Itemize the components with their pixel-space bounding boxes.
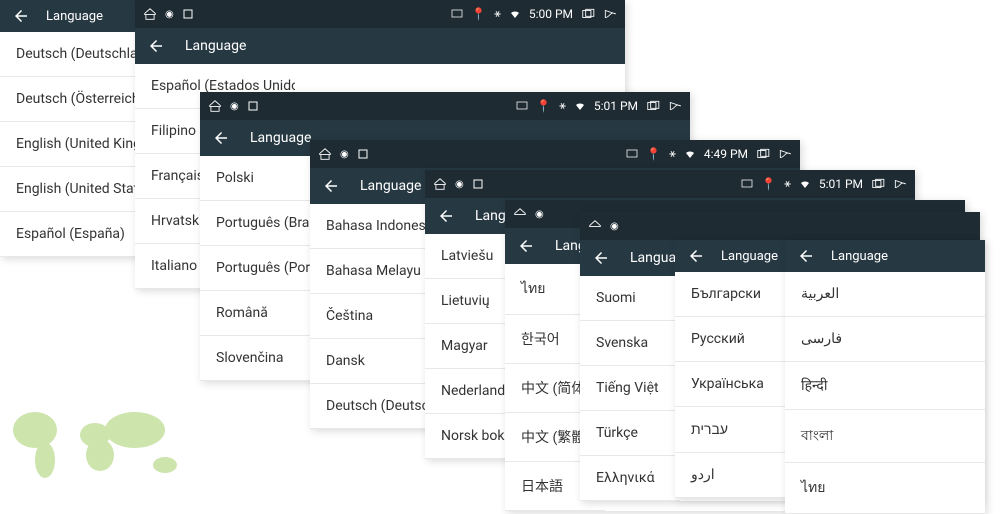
- list-item[interactable]: العربية: [785, 272, 985, 317]
- back-icon[interactable]: [212, 129, 230, 147]
- back-icon[interactable]: [517, 237, 535, 255]
- recents-icon[interactable]: [871, 177, 885, 191]
- header-title: Language: [46, 9, 103, 24]
- location-icon: 📍: [471, 7, 486, 21]
- clock-time: 5:01 PM: [819, 177, 863, 191]
- list-item[interactable]: Suomi: [580, 276, 680, 321]
- list-item[interactable]: हिन्दी: [785, 362, 985, 410]
- list-item[interactable]: ไทย: [785, 463, 985, 514]
- cast-icon: [741, 178, 753, 190]
- language-list: Български Русский Українська עברית اردو: [675, 272, 785, 498]
- header-title: Language: [360, 178, 421, 194]
- list-item[interactable]: עברית: [675, 407, 785, 453]
- list-item[interactable]: Bahasa Melayu: [310, 249, 440, 294]
- home-icon[interactable]: [513, 207, 527, 221]
- list-item[interactable]: فارسی: [785, 317, 985, 362]
- status-dot-icon: ◉: [230, 101, 239, 112]
- header-bar: Language: [135, 28, 625, 64]
- list-item[interactable]: Deutsch (Deutschland): [310, 384, 440, 429]
- back-icon[interactable]: [147, 37, 165, 55]
- language-list: Bahasa Indonesia Bahasa Melayu Čeština D…: [310, 204, 440, 429]
- status-dot-icon: ◉: [535, 209, 544, 220]
- recents-icon[interactable]: [646, 99, 660, 113]
- square-icon: [357, 148, 369, 160]
- recents-icon[interactable]: [581, 7, 595, 21]
- header-title: Language: [831, 249, 888, 264]
- square-icon: [472, 178, 484, 190]
- status-bar: ◉ 📍 ⚹ 5:01 PM: [200, 92, 690, 120]
- wifi-icon: [684, 148, 696, 160]
- cast-icon: [516, 100, 528, 112]
- list-item[interactable]: Čeština: [310, 294, 440, 339]
- cast-icon: [626, 148, 638, 160]
- location-icon: 📍: [761, 177, 776, 191]
- status-dot-icon: ◉: [610, 221, 619, 232]
- list-item[interactable]: Українська: [675, 362, 785, 407]
- status-dot-icon: ◉: [340, 149, 349, 160]
- square-icon: [247, 100, 259, 112]
- header-title: Language: [721, 249, 778, 264]
- list-item[interactable]: Svenska: [580, 321, 680, 366]
- back-icon[interactable]: [322, 177, 340, 195]
- back-icon[interactable]: [592, 249, 610, 267]
- back-icon[interactable]: [12, 7, 30, 25]
- bluetooth-icon: ⚹: [669, 147, 676, 161]
- back-nav-icon[interactable]: [603, 7, 617, 21]
- list-item[interactable]: Türkçe: [580, 411, 680, 456]
- list-item[interactable]: Dansk: [310, 339, 440, 384]
- language-list: Suomi Svenska Tiếng Việt Türkçe Ελληνικά: [580, 276, 680, 501]
- list-item[interactable]: বাংলা: [785, 410, 985, 463]
- back-icon[interactable]: [437, 207, 455, 225]
- panel-8: Language العربية فارسی हिन्दी বাংলা ไทย: [785, 240, 985, 514]
- header-bar: Language: [785, 240, 985, 272]
- recents-icon[interactable]: [756, 147, 770, 161]
- home-icon[interactable]: [318, 147, 332, 161]
- status-bar: ◉ 📍 ⚹ 4:49 PM: [310, 140, 800, 168]
- status-bar: ◉: [580, 212, 980, 240]
- square-icon: [182, 8, 194, 20]
- wifi-icon: [574, 100, 586, 112]
- header-title: Language: [185, 38, 246, 54]
- location-icon: 📍: [536, 99, 551, 113]
- home-icon[interactable]: [208, 99, 222, 113]
- bluetooth-icon: ⚹: [784, 177, 791, 191]
- home-icon[interactable]: [143, 7, 157, 21]
- back-nav-icon[interactable]: [893, 177, 907, 191]
- back-icon[interactable]: [687, 247, 705, 265]
- home-icon[interactable]: [433, 177, 447, 191]
- clock-time: 5:01 PM: [594, 99, 638, 113]
- list-item[interactable]: Русский: [675, 317, 785, 362]
- back-nav-icon[interactable]: [778, 147, 792, 161]
- status-dot-icon: ◉: [165, 9, 174, 20]
- cast-icon: [451, 8, 463, 20]
- wifi-icon: [509, 8, 521, 20]
- back-nav-icon[interactable]: [668, 99, 682, 113]
- status-bar: ◉ 📍 ⚹ 5:00 PM: [135, 0, 625, 28]
- list-item[interactable]: Bahasa Indonesia: [310, 204, 440, 249]
- wifi-icon: [799, 178, 811, 190]
- list-item[interactable]: Ελληνικά: [580, 456, 680, 501]
- bluetooth-icon: ⚹: [559, 99, 566, 113]
- clock-time: 4:49 PM: [704, 147, 748, 161]
- location-icon: 📍: [646, 147, 661, 161]
- list-item[interactable]: Tiếng Việt: [580, 366, 680, 411]
- bluetooth-icon: ⚹: [494, 7, 501, 21]
- status-bar: ◉ 📍 ⚹ 5:01 PM: [425, 170, 915, 198]
- clock-time: 5:00 PM: [529, 7, 573, 21]
- world-map-decoration: [0, 400, 200, 500]
- language-list: العربية فارسی हिन्दी বাংলা ไทย: [785, 272, 985, 514]
- status-dot-icon: ◉: [455, 179, 464, 190]
- back-icon[interactable]: [797, 247, 815, 265]
- home-icon[interactable]: [588, 219, 602, 233]
- list-item[interactable]: اردو: [675, 453, 785, 498]
- header-title: Language: [250, 130, 311, 146]
- list-item[interactable]: Български: [675, 272, 785, 317]
